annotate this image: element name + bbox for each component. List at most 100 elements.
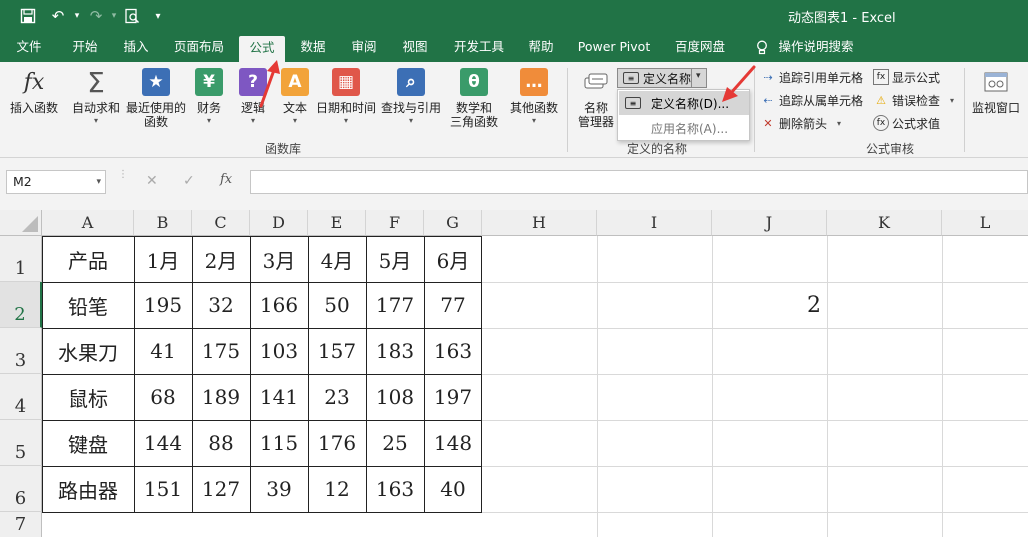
column-header-i[interactable]: I — [597, 210, 712, 236]
cell-g3[interactable]: 163 — [424, 328, 482, 374]
chevron-down-icon[interactable]: ▾ — [96, 171, 101, 193]
cell-c5[interactable]: 88 — [192, 420, 250, 466]
cell-d4[interactable]: 141 — [250, 374, 308, 420]
tab-file[interactable]: 文件 — [10, 34, 48, 62]
insert-function-button[interactable]: fx 插入函数 — [8, 68, 60, 144]
cell-b4[interactable]: 68 — [134, 374, 192, 420]
cell-f2[interactable]: 177 — [366, 282, 424, 328]
cell-a1[interactable]: 产品 — [42, 236, 134, 282]
enter-icon[interactable]: ✓ — [183, 173, 195, 189]
undo-dropdown-icon[interactable]: ▾ — [67, 6, 87, 26]
redo-dropdown-icon[interactable]: ▾ — [104, 6, 124, 26]
column-header-c[interactable]: C — [192, 210, 250, 236]
name-manager-button[interactable]: 名称 管理器 — [574, 68, 618, 144]
watch-window-button[interactable]: 监视窗口 — [968, 68, 1024, 144]
cell-b2[interactable]: 195 — [134, 282, 192, 328]
cell-d1[interactable]: 3月 — [250, 236, 308, 282]
cell-f1[interactable]: 5月 — [366, 236, 424, 282]
column-header-f[interactable]: F — [366, 210, 424, 236]
cell-e5[interactable]: 176 — [308, 420, 366, 466]
column-header-a[interactable]: A — [42, 210, 134, 236]
evaluate-formula-button[interactable]: fx 公式求值 — [873, 112, 940, 134]
insert-function-icon[interactable]: fx — [220, 172, 232, 187]
column-header-d[interactable]: D — [250, 210, 308, 236]
financial-button[interactable]: ¥ 财务 ▾ — [192, 68, 226, 144]
remove-arrows-button[interactable]: ✕ 删除箭头 ▾ — [760, 112, 841, 134]
cell-f4[interactable]: 108 — [366, 374, 424, 420]
cell-g1[interactable]: 6月 — [424, 236, 482, 282]
trace-dependents-button[interactable]: ⇠ 追踪从属单元格 — [760, 89, 863, 111]
column-header-e[interactable]: E — [308, 210, 366, 236]
cell-e2[interactable]: 50 — [308, 282, 366, 328]
cell-f6[interactable]: 163 — [366, 466, 424, 512]
define-name-button[interactable]: ≡ 定义名称 ▾ — [617, 68, 707, 88]
cell-d2[interactable]: 166 — [250, 282, 308, 328]
row-header-3[interactable]: 3 — [0, 328, 42, 374]
cell-b6[interactable]: 151 — [134, 466, 192, 512]
row-header-2[interactable]: 2 — [0, 282, 42, 328]
cell-b3[interactable]: 41 — [134, 328, 192, 374]
cell-f3[interactable]: 183 — [366, 328, 424, 374]
row-header-4[interactable]: 4 — [0, 374, 42, 420]
tab-data[interactable]: 数据 — [294, 34, 332, 62]
show-formulas-button[interactable]: fx 显示公式 — [873, 66, 940, 88]
cell-e4[interactable]: 23 — [308, 374, 366, 420]
save-icon[interactable] — [18, 6, 38, 26]
column-header-h[interactable]: H — [482, 210, 597, 236]
tab-power-pivot[interactable]: Power Pivot — [574, 34, 654, 62]
cell-e6[interactable]: 12 — [308, 466, 366, 512]
tab-help[interactable]: 帮助 — [522, 34, 560, 62]
cell-d5[interactable]: 115 — [250, 420, 308, 466]
cell-g5[interactable]: 148 — [424, 420, 482, 466]
tab-insert[interactable]: 插入 — [116, 34, 156, 62]
row-header-1[interactable]: 1 — [0, 236, 42, 282]
cell-g2[interactable]: 77 — [424, 282, 482, 328]
tell-me-search[interactable]: 操作说明搜索 — [774, 34, 858, 62]
name-box[interactable]: M2 ▾ — [6, 170, 106, 194]
formula-bar-grip[interactable]: ⋮ — [118, 170, 128, 192]
error-checking-button[interactable]: ⚠ 错误检查 ▾ — [873, 89, 954, 111]
cancel-icon[interactable]: ✕ — [146, 173, 158, 189]
row-header-6[interactable]: 6 — [0, 466, 42, 512]
column-header-b[interactable]: B — [134, 210, 192, 236]
cell-g6[interactable]: 40 — [424, 466, 482, 512]
cell-d3[interactable]: 103 — [250, 328, 308, 374]
redo-icon[interactable]: ↷ — [86, 6, 106, 26]
cell-c2[interactable]: 32 — [192, 282, 250, 328]
row-header-7[interactable]: 7 — [0, 512, 42, 537]
tab-page-layout[interactable]: 页面布局 — [168, 34, 230, 62]
customize-toolbar-icon[interactable]: ▾ — [148, 6, 168, 26]
cell-c3[interactable]: 175 — [192, 328, 250, 374]
cell-c6[interactable]: 127 — [192, 466, 250, 512]
column-header-k[interactable]: K — [827, 210, 942, 236]
lookup-reference-button[interactable]: ⌕ 查找与引用 ▾ — [380, 68, 442, 144]
cell-c4[interactable]: 189 — [192, 374, 250, 420]
cell-a6[interactable]: 路由器 — [42, 466, 134, 512]
recently-used-button[interactable]: ★ 最近使用的 函数 — [124, 68, 188, 144]
cell-a5[interactable]: 键盘 — [42, 420, 134, 466]
autosum-button[interactable]: Σ 自动求和 ▾ — [70, 66, 122, 144]
math-trig-button[interactable]: θ 数学和 三角函数 — [446, 68, 502, 144]
cell-a4[interactable]: 鼠标 — [42, 374, 134, 420]
chevron-down-icon[interactable]: ▾ — [696, 71, 701, 81]
tab-developer[interactable]: 开发工具 — [448, 34, 510, 62]
row-header-5[interactable]: 5 — [0, 420, 42, 466]
cell-a2[interactable]: 铅笔 — [42, 282, 134, 328]
column-header-l[interactable]: L — [942, 210, 1028, 236]
undo-icon[interactable]: ↶ — [48, 6, 68, 26]
tab-baidu-netdisk[interactable]: 百度网盘 — [668, 34, 732, 62]
select-all-corner[interactable] — [0, 210, 42, 236]
cell-a3[interactable]: 水果刀 — [42, 328, 134, 374]
print-preview-icon[interactable] — [122, 6, 142, 26]
cell-b1[interactable]: 1月 — [134, 236, 192, 282]
cell-b5[interactable]: 144 — [134, 420, 192, 466]
cell-e3[interactable]: 157 — [308, 328, 366, 374]
tab-view[interactable]: 视图 — [396, 34, 434, 62]
cell-c1[interactable]: 2月 — [192, 236, 250, 282]
cell-e1[interactable]: 4月 — [308, 236, 366, 282]
cell-d6[interactable]: 39 — [250, 466, 308, 512]
trace-precedents-button[interactable]: ⇢ 追踪引用单元格 — [760, 66, 863, 88]
cell-j2[interactable]: 2 — [712, 282, 827, 328]
date-time-button[interactable]: ▦ 日期和时间 ▾ — [316, 68, 376, 144]
worksheet-grid[interactable]: A B C D E F G H I J K L 1 2 3 4 5 6 7 产品… — [0, 210, 1028, 537]
